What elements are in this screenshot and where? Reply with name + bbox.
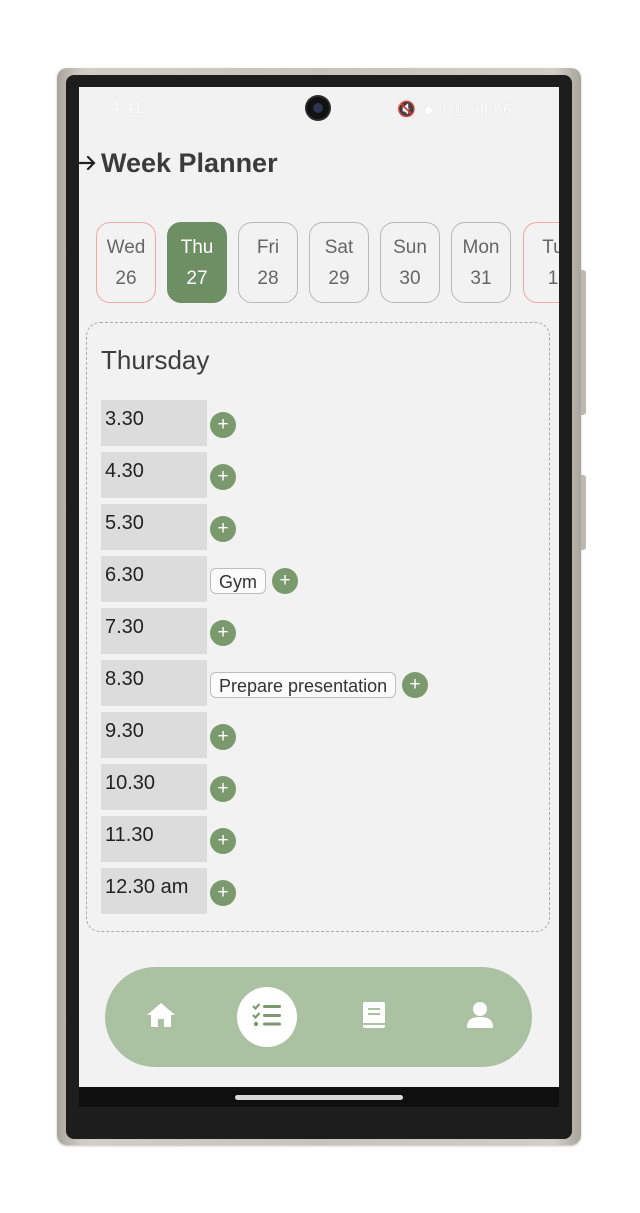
time-slot-label: 5.30 [101,504,207,550]
add-event-button[interactable]: + [402,672,429,698]
add-event-button[interactable]: + [210,828,236,854]
day-schedule: Thursday 3.30 +4.30 +5.30 +6.30 Gym +7.30 +8.3… [86,322,550,932]
day-date: 26 [115,267,137,289]
time-slot: 7.30 + [101,608,428,660]
arrow-right-icon[interactable] [79,155,101,171]
nav-home[interactable] [131,987,191,1047]
home-icon [145,1001,177,1034]
header: Week Planner [79,143,278,183]
time-slot: 8.30 Prepare presentation + [101,660,429,712]
status-bar: 4:41 🔇 ◉ ⌇ ▥ ıll 66% [79,87,559,131]
nav-journal[interactable] [344,987,404,1047]
day-date: 31 [470,267,492,289]
time-slot: 6.30 Gym + [101,556,428,608]
time-slot: 9.30 + [101,712,428,764]
status-icons: 🔇 ◉ ⌇ ▥ ıll 66% [397,101,527,118]
time-slot-label: 3.30 [101,400,207,446]
add-event-button[interactable]: + [272,568,298,594]
nav-planner[interactable] [237,987,297,1047]
day-date: 30 [399,267,421,289]
slot-items: + [207,412,236,438]
page-title: Week Planner [101,147,278,178]
day-name: Fri [256,236,280,258]
day-selector: Wed 26 Thu 27 Fri 28 Sat 29 Sun 30 Mon 31 Tu 1 [96,222,559,306]
event-chip[interactable]: Prepare presentation [210,672,397,698]
add-event-button[interactable]: + [210,776,236,802]
time-slot-label: 9.30 [101,712,207,758]
day-name: Sun [393,236,427,258]
day-date: 27 [186,267,208,289]
nav-profile[interactable] [450,987,510,1047]
time-slot-label: 4.30 [101,452,207,498]
time-slot: 10.30 + [101,764,428,816]
day-date: 29 [328,267,350,289]
status-time: 4:41 [111,100,143,117]
home-indicator[interactable] [235,1095,403,1100]
time-slot: 4.30 + [101,452,428,504]
day-name: Thu [180,236,214,258]
screen: 4:41 🔇 ◉ ⌇ ▥ ıll 66% Week Planner Wed 26 T… [79,87,559,1107]
time-slot-label: 7.30 [101,608,207,654]
add-event-button[interactable]: + [210,724,236,750]
slot-items: + [207,880,236,906]
day-chip-tu[interactable]: Tu 1 [523,222,559,303]
checklist-icon [252,1002,282,1033]
slot-items: + [207,464,236,490]
slot-items: + [207,724,236,750]
time-slot: 5.30 + [101,504,428,556]
time-slot: 3.30 + [101,400,428,452]
slot-items: + [207,828,236,854]
day-chip-mon[interactable]: Mon 31 [451,222,511,303]
bottom-nav [105,967,532,1067]
day-chip-wed[interactable]: Wed 26 [96,222,156,303]
slot-items: + [207,516,236,542]
day-name: Wed [106,236,146,258]
add-event-button[interactable]: + [210,620,236,646]
day-chip-sun[interactable]: Sun 30 [380,222,440,303]
day-date: 1 [547,267,559,289]
event-chip[interactable]: Gym [210,568,266,594]
add-event-button[interactable]: + [210,412,236,438]
day-date: 28 [257,267,279,289]
slot-items: Prepare presentation + [207,672,429,698]
day-name: Sat [324,236,354,258]
day-chip-sat[interactable]: Sat 29 [309,222,369,303]
gesture-bar [79,1087,559,1107]
day-chip-fri[interactable]: Fri 28 [238,222,298,303]
time-slot-label: 11.30 [101,816,207,862]
time-slot-list: 3.30 +4.30 +5.30 +6.30 Gym +7.30 +8.30 Prepare … [101,400,429,920]
power-button [581,475,586,550]
book-icon [362,1001,386,1034]
day-heading: Thursday [101,345,210,375]
time-slot-label: 6.30 [101,556,207,602]
add-event-button[interactable]: + [210,464,236,490]
day-chip-thu[interactable]: Thu 27 [167,222,227,303]
slot-items: Gym + [207,568,298,594]
slot-items: + [207,620,236,646]
time-slot: 12.30 am + [101,868,428,920]
day-name: Mon [462,236,500,258]
slot-items: + [207,776,236,802]
front-camera [307,97,329,119]
day-name: Tu [542,236,559,258]
user-icon [466,1001,494,1034]
time-slot-label: 10.30 [101,764,207,810]
time-slot-label: 8.30 [101,660,207,706]
time-slot-label: 12.30 am [101,868,207,914]
add-event-button[interactable]: + [210,516,236,542]
add-event-button[interactable]: + [210,880,236,906]
volume-button [581,270,586,415]
time-slot: 11.30 + [101,816,428,868]
